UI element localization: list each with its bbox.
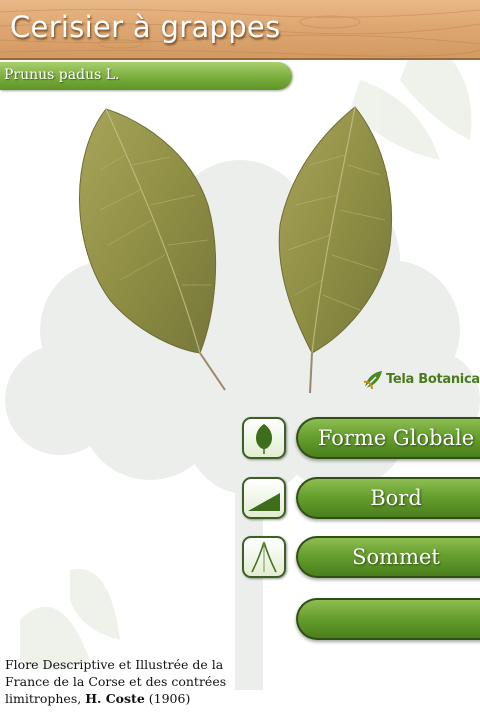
leaf-left [79, 108, 226, 391]
logo-text: Tela Botanica [386, 372, 480, 387]
empty-menu-button[interactable] [296, 598, 480, 640]
leaf-shape-icon[interactable] [242, 417, 286, 459]
page-title: Cerisier à grappes [10, 10, 281, 44]
citation-year: (1906) [148, 691, 191, 706]
bord-label: Bord [370, 486, 422, 510]
latin-name-bar: Prunus padus L. [0, 62, 292, 90]
latin-name: Prunus padus L. [4, 67, 120, 83]
citation: Flore Descriptive et Illustrée de la Fra… [5, 656, 245, 707]
tela-botanica-logo: Tela Botanica [362, 368, 480, 394]
logo-leaf-icon [363, 371, 382, 390]
leaf-edge-icon[interactable] [242, 477, 286, 519]
forme-globale-label: Forme Globale [317, 426, 475, 450]
sommet-button[interactable]: Sommet [296, 536, 480, 578]
empty-menu-label [298, 600, 480, 638]
bord-button[interactable]: Bord [296, 477, 480, 519]
header-bar: Cerisier à grappes [0, 0, 480, 60]
leaf-photographs [79, 106, 393, 394]
leaf-tip-icon[interactable] [242, 536, 286, 578]
sommet-label: Sommet [352, 545, 440, 569]
leaf-right [278, 106, 393, 394]
citation-author: H. Coste [85, 691, 145, 706]
forme-globale-button[interactable]: Forme Globale [296, 417, 480, 459]
